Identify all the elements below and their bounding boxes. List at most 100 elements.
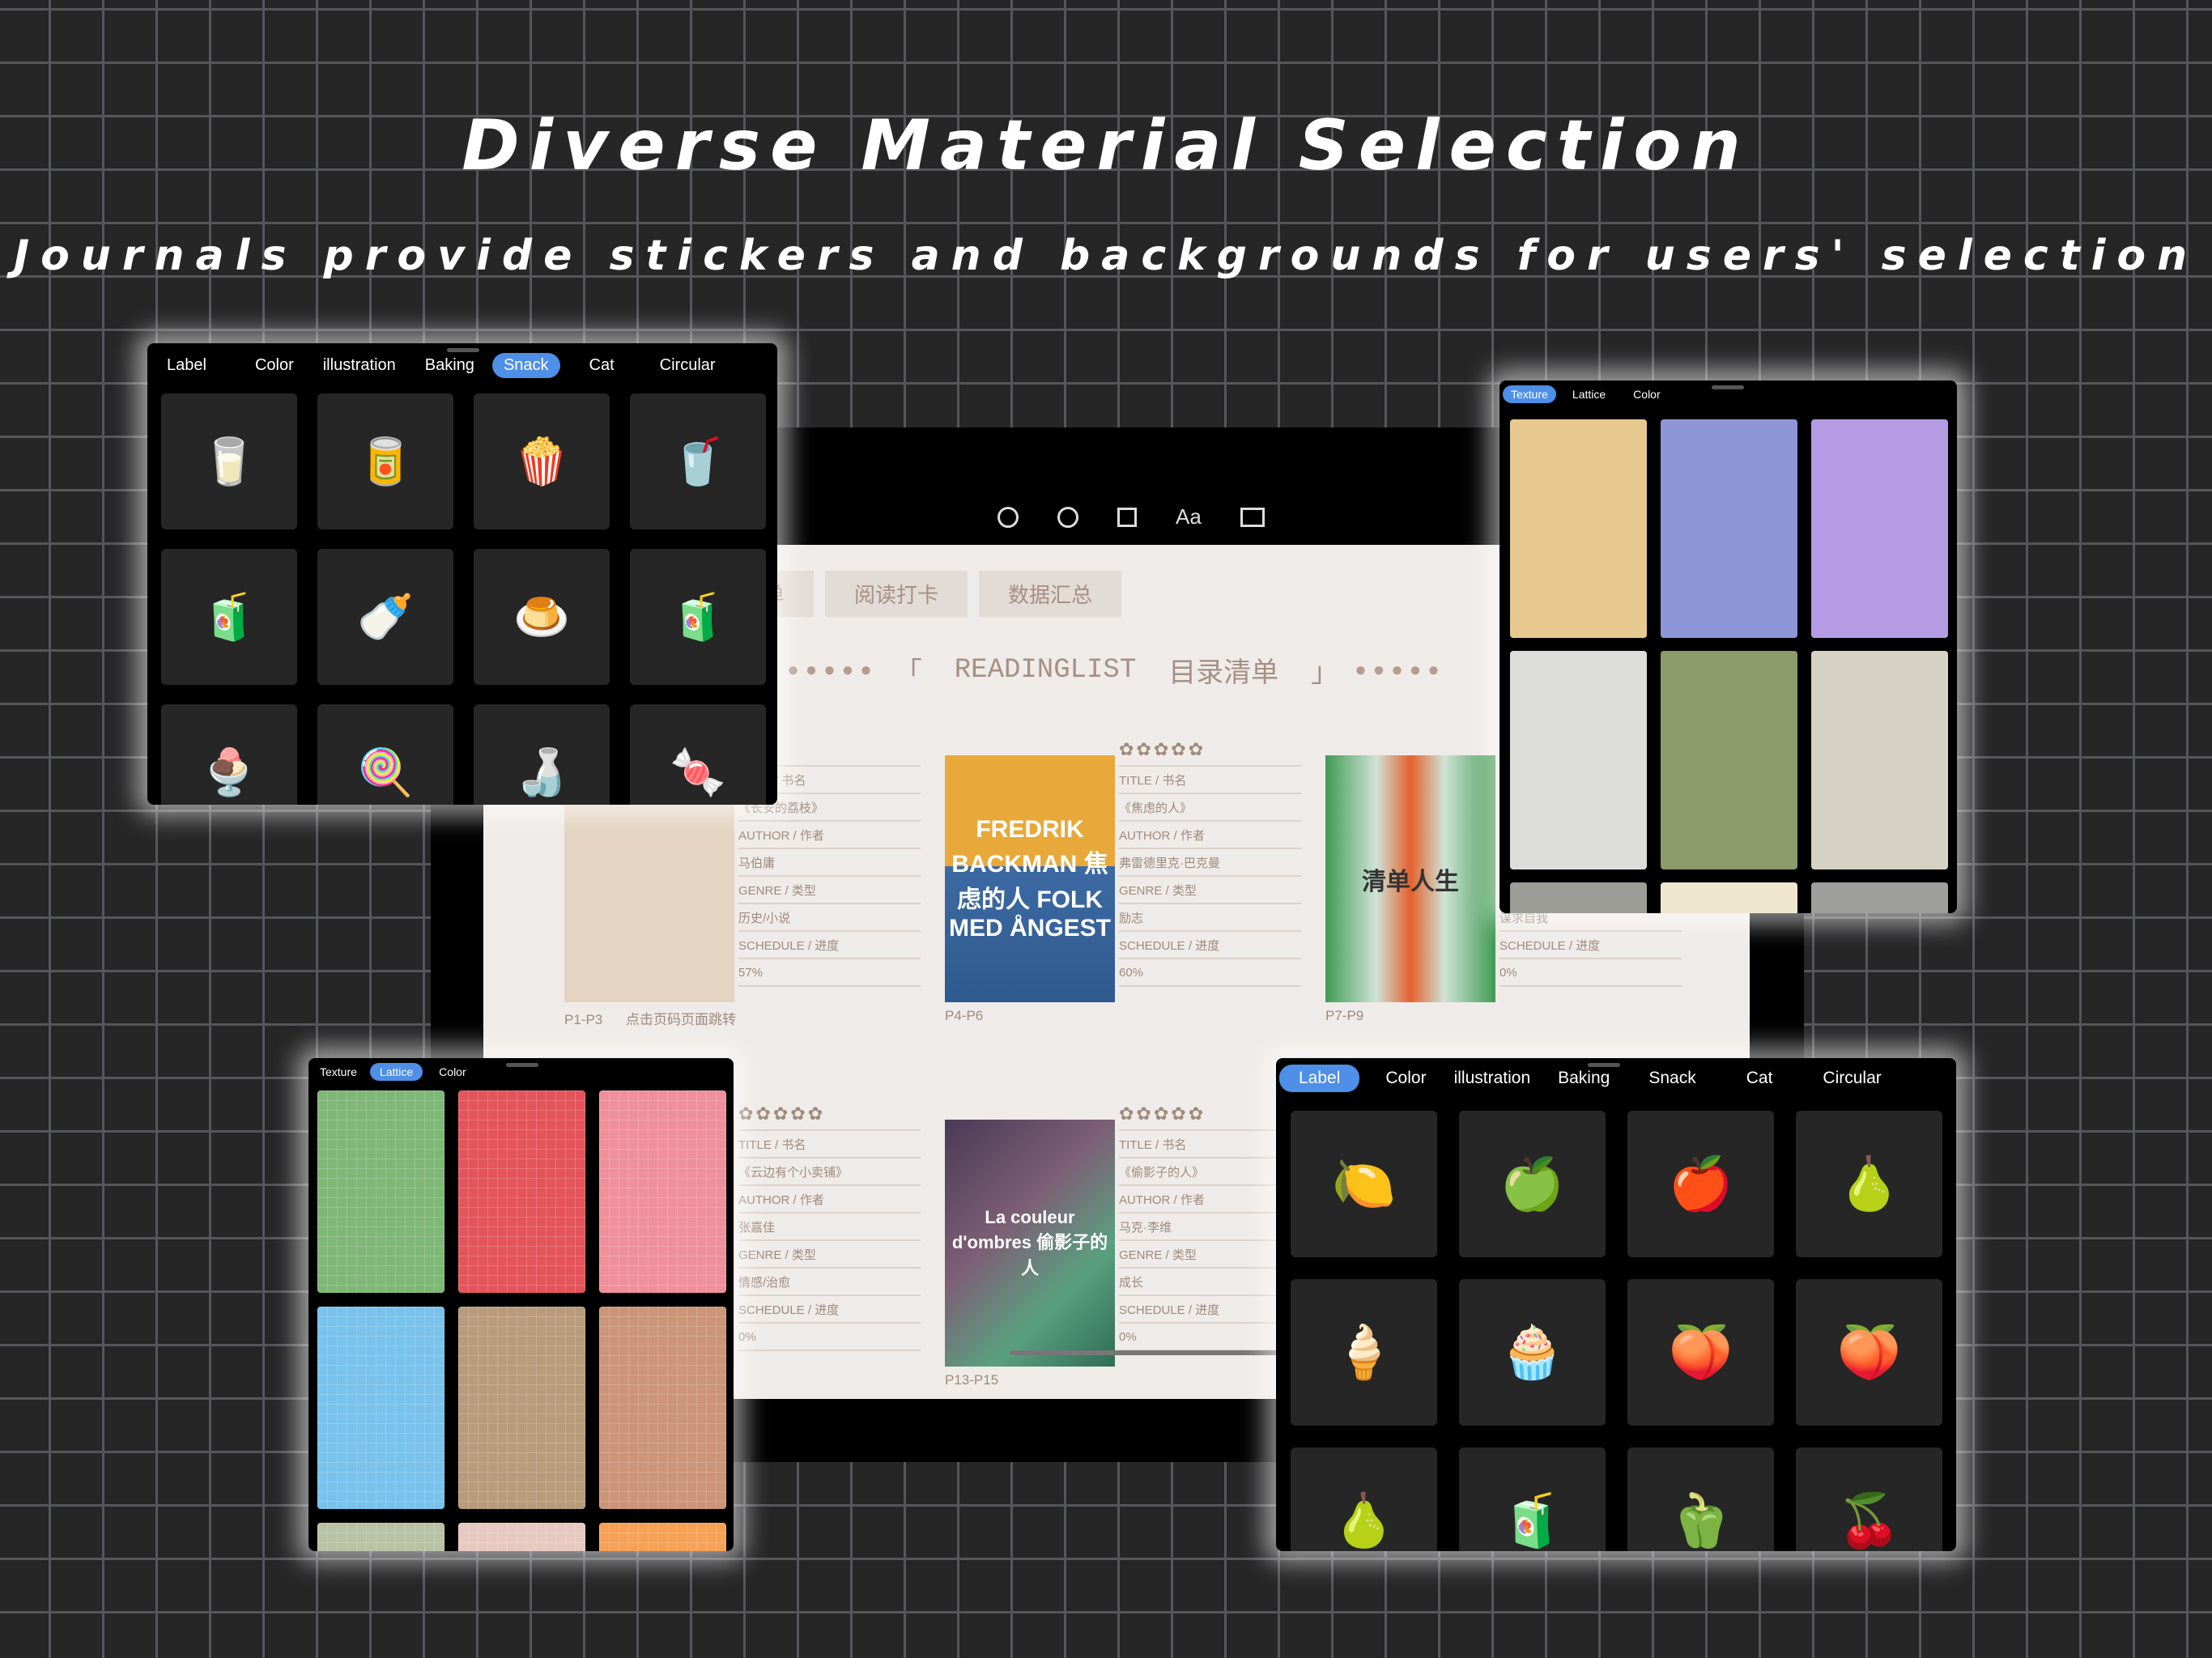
book-author: 弗雷德里克·巴克曼 xyxy=(1119,849,1301,877)
sticker-milk-icon[interactable]: 🥛 xyxy=(161,393,297,529)
sticker-drink-bottle-icon[interactable]: 🍶 xyxy=(474,704,610,805)
tab-illustration[interactable]: illustration xyxy=(312,353,407,378)
schedule-label: SCHEDULE / 进度 xyxy=(1119,1296,1301,1324)
texture-swatch[interactable] xyxy=(1510,419,1647,638)
drag-handle[interactable] xyxy=(506,1063,538,1067)
title-label: TITLE / 书名 xyxy=(1119,767,1301,794)
sticker-cherry-icon[interactable]: 🍒 xyxy=(1796,1448,1942,1551)
book-fields: ✿✿✿✿✿ TITLE / 书名 《焦虑的人》 AUTHOR / 作者 弗雷德里… xyxy=(1119,739,1301,987)
decor-dots: ●●●●● xyxy=(787,659,878,681)
sticker-candy-bar-icon[interactable]: 🍬 xyxy=(630,704,766,805)
tab-color[interactable]: Color xyxy=(428,1063,477,1081)
readinglist-label: READINGLIST xyxy=(954,655,1137,686)
tab-texture[interactable]: Texture xyxy=(312,1063,365,1081)
genre-label: GENRE / 类型 xyxy=(1119,1241,1301,1269)
tab-cat[interactable]: Cat xyxy=(578,353,626,378)
schedule-label: SCHEDULE / 进度 xyxy=(1499,932,1682,959)
book-cover[interactable]: FREDRIK BACKMAN 焦虑的人 FOLK MED ÅNGEST xyxy=(945,755,1115,1002)
lattice-swatch[interactable] xyxy=(458,1307,585,1509)
tab-color[interactable]: Color xyxy=(1622,385,1671,403)
texture-swatch[interactable] xyxy=(1811,651,1948,869)
lattice-swatch[interactable] xyxy=(458,1090,585,1293)
lattice-swatch[interactable] xyxy=(458,1523,585,1551)
texture-swatch[interactable] xyxy=(1661,651,1797,869)
image-icon[interactable] xyxy=(1240,507,1265,527)
page-title: Diverse Material Selection xyxy=(462,105,1750,186)
texture-swatch[interactable] xyxy=(1811,882,1948,913)
sticker-juice-box-icon[interactable]: 🧃 xyxy=(1459,1448,1606,1551)
lattice-swatch[interactable] xyxy=(317,1523,445,1551)
readinglist-label-cn: 目录清单 xyxy=(1168,660,1279,691)
pen-icon[interactable] xyxy=(998,506,1019,528)
sticker-glyph: 🍎 xyxy=(1668,1154,1733,1213)
sticker-juice-carton-icon[interactable]: 🧃 xyxy=(630,549,766,685)
sticker-lemon-icon[interactable]: 🍋 xyxy=(1291,1111,1437,1257)
tab-label[interactable]: Label xyxy=(1279,1065,1360,1092)
sticker-red-apple-icon[interactable]: 🍎 xyxy=(1627,1111,1774,1257)
sticker-yellow-apple-icon[interactable]: 🍑 xyxy=(1627,1279,1774,1426)
tab-circular[interactable]: Circular xyxy=(1811,1065,1892,1091)
texture-swatch[interactable] xyxy=(1510,882,1647,913)
page-range[interactable]: P7-P9 xyxy=(1325,1008,1363,1024)
lattice-swatch[interactable] xyxy=(317,1307,445,1509)
page-range[interactable]: P4-P6 xyxy=(945,1008,983,1024)
tab-lattice[interactable]: Lattice xyxy=(369,1063,423,1081)
page-link[interactable]: P1-P3 点击页码页面跳转 xyxy=(564,1008,736,1028)
text-tool-icon[interactable]: Aa xyxy=(1176,504,1202,529)
tab-baking[interactable]: Baking xyxy=(1546,1065,1621,1091)
sticker-juice-box-icon[interactable]: 🧃 xyxy=(161,549,297,685)
page-range[interactable]: P1-P3 xyxy=(564,1012,602,1027)
tab-reading-checkin[interactable]: 阅读打卡 xyxy=(825,571,968,617)
sticker-glyph: 🧃 xyxy=(670,591,726,642)
sticker-bottle-icon[interactable]: 🍼 xyxy=(317,549,453,685)
book-card[interactable]: FREDRIK BACKMAN 焦虑的人 FOLK MED ÅNGEST ✿✿✿… xyxy=(945,739,1301,1031)
sticker-glyph: 🍿 xyxy=(513,436,570,487)
lattice-swatch[interactable] xyxy=(317,1090,445,1293)
sticker-yogurt-icon[interactable]: 🍨 xyxy=(161,704,297,805)
sticker-glyph: 🍭 xyxy=(357,746,414,797)
tab-color[interactable]: Color xyxy=(244,353,305,378)
sticker-pears-icon[interactable]: 🍐 xyxy=(1291,1448,1437,1551)
sticker-icon[interactable] xyxy=(1057,506,1078,528)
texture-swatch[interactable] xyxy=(1661,419,1797,638)
texture-icon[interactable] xyxy=(1117,507,1137,527)
tab-texture[interactable]: Texture xyxy=(1503,385,1556,403)
sticker-green-pepper-icon[interactable]: 🫑 xyxy=(1627,1448,1774,1551)
sticker-candy-stick-icon[interactable]: 🍭 xyxy=(317,704,453,805)
sticker-chips-icon[interactable]: 🍿 xyxy=(474,393,610,529)
drag-handle[interactable] xyxy=(1712,385,1744,389)
tab-baking[interactable]: Baking xyxy=(414,353,486,378)
schedule-label: SCHEDULE / 进度 xyxy=(738,932,921,959)
sticker-peach-icon[interactable]: 🍑 xyxy=(1796,1279,1942,1426)
tab-label[interactable]: Label xyxy=(155,353,218,378)
genre-label: GENRE / 类型 xyxy=(1119,877,1301,904)
texture-swatch[interactable] xyxy=(1510,651,1647,869)
texture-swatch[interactable] xyxy=(1811,419,1948,638)
book-cover[interactable]: 清单人生 xyxy=(1325,755,1495,1002)
tab-snack[interactable]: Snack xyxy=(491,353,560,378)
sticker-glyph: 🍨 xyxy=(201,746,257,797)
tab-data-summary[interactable]: 数据汇总 xyxy=(979,571,1122,617)
tab-illustration[interactable]: illustration xyxy=(1443,1065,1542,1091)
drag-handle[interactable] xyxy=(447,348,479,352)
page-range[interactable]: P13-P15 xyxy=(945,1372,998,1388)
book-cover[interactable]: La couleur d'ombres 偷影子的人 xyxy=(945,1120,1115,1367)
lattice-swatch[interactable] xyxy=(599,1307,726,1509)
lattice-swatch[interactable] xyxy=(599,1523,726,1551)
tab-circular[interactable]: Circular xyxy=(649,353,727,378)
texture-swatch[interactable] xyxy=(1661,882,1797,913)
sticker-muffin-icon[interactable]: 🧁 xyxy=(1459,1279,1606,1426)
sticker-soda-icon[interactable]: 🥤 xyxy=(630,393,766,529)
tab-snack[interactable]: Snack xyxy=(1637,1065,1707,1091)
tab-cat[interactable]: Cat xyxy=(1735,1065,1784,1091)
sticker-cans-icon[interactable]: 🥫 xyxy=(317,393,453,529)
sticker-green-apple-icon[interactable]: 🍏 xyxy=(1459,1111,1606,1257)
sticker-ice-cream-icon[interactable]: 🍦 xyxy=(1291,1279,1437,1426)
lattice-swatch[interactable] xyxy=(599,1090,726,1293)
sticker-pudding-icon[interactable]: 🍮 xyxy=(474,549,610,685)
book-schedule: 0% xyxy=(738,1324,921,1351)
tab-color[interactable]: Color xyxy=(1374,1065,1437,1091)
journal-tabs: 单 阅读打卡 数据汇总 xyxy=(734,571,1122,617)
tab-lattice[interactable]: Lattice xyxy=(1561,385,1617,403)
sticker-pear-icon[interactable]: 🍐 xyxy=(1796,1111,1942,1257)
